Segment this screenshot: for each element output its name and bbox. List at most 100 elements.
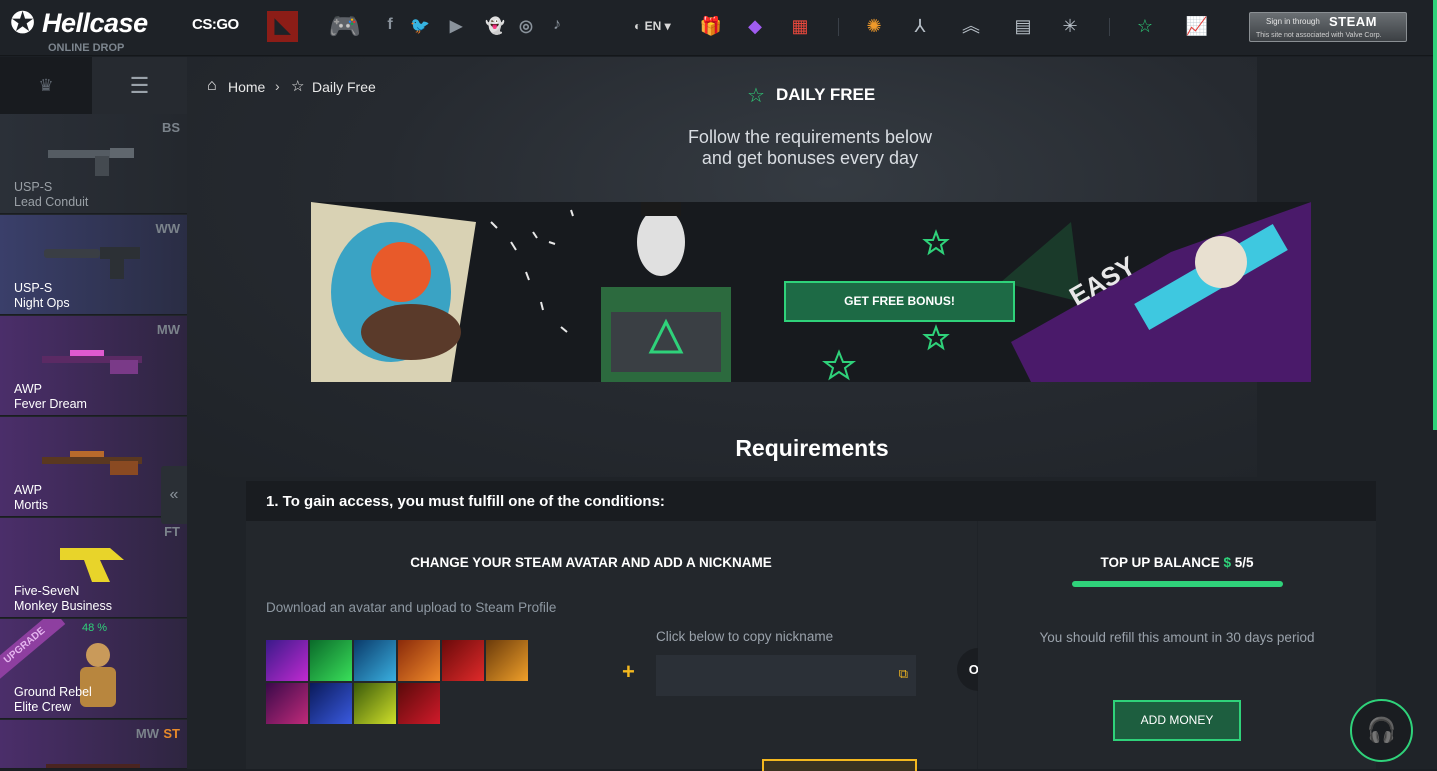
- avatar-option[interactable]: [354, 640, 396, 681]
- upgrade-chevron-icon[interactable]: ︽: [959, 14, 983, 38]
- divider: [1109, 18, 1110, 36]
- drop-skin-name: Elite Crew: [14, 700, 71, 714]
- drop-skin-name: Night Ops: [14, 296, 70, 310]
- star-icon: ☆: [747, 85, 765, 107]
- menu-tab-icon[interactable]: ☰: [92, 57, 187, 114]
- drop-card[interactable]: WW USP-S Night Ops: [0, 215, 187, 315]
- add-money-button[interactable]: ADD MONEY: [1113, 700, 1241, 741]
- steam-signin-line2: STEAM: [1329, 14, 1377, 29]
- daily-bonus-banner: EASY GET FREE BONUS!: [311, 202, 1311, 382]
- avatar-option[interactable]: [442, 640, 484, 681]
- avatar-panel-title: CHANGE YOUR STEAM AVATAR AND ADD A NICKN…: [410, 555, 772, 570]
- crown-tab-icon[interactable]: ♛: [0, 57, 92, 114]
- online-drop-label: ONLINE DROP: [48, 42, 125, 54]
- avatar-option[interactable]: [398, 640, 440, 681]
- stats-chart-icon[interactable]: 📈: [1185, 14, 1209, 38]
- gift-icon[interactable]: 🎁: [699, 14, 723, 38]
- breadcrumb-home[interactable]: Home: [228, 79, 265, 95]
- drop-card[interactable]: FT Five-SeveN Monkey Business: [0, 518, 187, 618]
- requirements-heading: Requirements: [735, 435, 889, 461]
- drop-card[interactable]: MW ST: [0, 720, 187, 769]
- top-up-label: TOP UP BALANCE: [1100, 555, 1220, 570]
- youtube-icon[interactable]: ▶: [444, 16, 468, 38]
- avatar-option[interactable]: [266, 640, 308, 681]
- crash-icon[interactable]: ✳: [1058, 14, 1082, 38]
- top-up-description: You should refill this amount in 30 days…: [1039, 630, 1315, 645]
- drop-card[interactable]: MW AWP Fever Dream: [0, 316, 187, 416]
- top-navbar: ✪ Hellcase ONLINE DROP CS:GO ◣ 🎮 f 🐦 ▶ 👻…: [0, 0, 1437, 56]
- daily-free-star-icon[interactable]: ☆: [1133, 14, 1157, 38]
- language-label: EN: [644, 19, 662, 33]
- stattrak-badge: ST: [163, 726, 180, 741]
- upgrade-ribbon: UPGRADE: [0, 619, 66, 682]
- drop-card[interactable]: AWP Mortis: [0, 417, 187, 517]
- logo-emblem-icon: ✪: [10, 7, 36, 40]
- drop-condition: MW: [135, 726, 159, 741]
- versus-icon[interactable]: ⅄: [908, 14, 932, 38]
- drop-card[interactable]: BS USP-S Lead Conduit: [0, 114, 187, 214]
- language-selector[interactable]: ◐ EN ▾: [634, 19, 671, 33]
- sidebar-collapse-button[interactable]: «: [161, 466, 187, 524]
- drop-weapon-name: USP-S: [14, 281, 53, 295]
- weapon-image: [44, 247, 140, 279]
- upgrade-percent: 48 %: [82, 622, 108, 634]
- game-dota-icon[interactable]: ◣: [267, 11, 298, 42]
- partial-bottom-button[interactable]: [762, 759, 917, 771]
- nickname-copy-field[interactable]: ⧉: [656, 655, 916, 696]
- page-subtitle: Follow the requirements below and get bo…: [610, 127, 1010, 169]
- steam-signin-line1: Sign in through: [1266, 17, 1320, 26]
- drop-card-upgrade[interactable]: UPGRADE 48 % Ground Rebel Elite Crew: [0, 619, 187, 719]
- plus-icon: +: [622, 659, 635, 684]
- avatar-option[interactable]: [266, 683, 308, 724]
- avatar-nickname-panel: CHANGE YOUR STEAM AVATAR AND ADD A NICKN…: [246, 521, 977, 769]
- avatar-option[interactable]: [310, 640, 352, 681]
- avatar-option[interactable]: [398, 683, 440, 724]
- drop-skin-name: Lead Conduit: [14, 195, 89, 209]
- avatar-option[interactable]: [354, 683, 396, 724]
- instagram-icon[interactable]: ◎: [517, 16, 535, 38]
- page-title: DAILY FREE: [776, 85, 876, 104]
- logo-text: Hellcase: [42, 8, 148, 38]
- weapon-image: [42, 350, 142, 374]
- game-csgo-button[interactable]: CS:GO: [192, 16, 239, 33]
- facebook-icon[interactable]: f: [384, 16, 396, 38]
- twitter-icon[interactable]: 🐦: [409, 16, 431, 38]
- subtitle-line: Follow the requirements below: [687, 127, 933, 147]
- get-free-bonus-button[interactable]: GET FREE BONUS!: [784, 281, 1015, 322]
- support-headset-icon[interactable]: 🎧: [1350, 699, 1413, 762]
- top-up-progress-text: 5/5: [1234, 555, 1254, 570]
- weapon-image: [48, 148, 134, 176]
- weapon-image: [60, 548, 124, 582]
- diamond-icon[interactable]: ◆: [743, 14, 767, 38]
- subtitle-line: and get bonuses every day: [701, 148, 919, 168]
- gamepad-icon[interactable]: 🎮: [325, 12, 365, 40]
- condition-bar: 1. To gain access, you must fulfill one …: [246, 481, 1376, 521]
- weapon-image: [46, 764, 140, 768]
- top-up-title: TOP UP BALANCE $ 5/5: [978, 555, 1376, 570]
- currency-symbol: $: [1223, 555, 1231, 570]
- scrollbar-accent[interactable]: [1433, 0, 1437, 430]
- copy-icon[interactable]: ⧉: [899, 666, 908, 682]
- contracts-icon[interactable]: ▤: [1011, 14, 1035, 38]
- condition-text: 1. To gain access, you must fulfill one …: [266, 493, 665, 510]
- drop-weapon-name: AWP: [14, 382, 43, 396]
- drop-weapon-name: Ground Rebel: [14, 685, 92, 699]
- avatar-option[interactable]: [310, 683, 352, 724]
- drop-skin-name: Mortis: [14, 498, 49, 512]
- drop-skin-name: Fever Dream: [14, 397, 87, 411]
- breadcrumb-separator-icon: ›: [275, 78, 280, 94]
- tiktok-icon[interactable]: ♪: [548, 16, 566, 38]
- wheel-icon[interactable]: ✺: [862, 14, 886, 38]
- hellcase-logo[interactable]: ✪ Hellcase ONLINE DROP: [8, 4, 178, 54]
- live-drops-sidebar: ♛ ☰ BS USP-S Lead Conduit WW USP-S Night…: [0, 57, 187, 769]
- grid-game-icon[interactable]: ▦: [788, 14, 812, 38]
- divider: [838, 18, 839, 36]
- drop-weapon-name: AWP: [14, 483, 43, 497]
- star-outline-icon: ☆: [291, 78, 305, 95]
- snapchat-icon[interactable]: 👻: [485, 16, 505, 38]
- main-content: ⌂ Home › ☆ Daily Free ☆ DAILY FREE Follo…: [187, 57, 1437, 771]
- home-icon[interactable]: ⌂: [207, 77, 217, 95]
- steam-signin-button[interactable]: Sign in through STEAM This site not asso…: [1249, 12, 1407, 42]
- avatar-option[interactable]: [486, 640, 528, 681]
- top-up-panel: TOP UP BALANCE $ 5/5 You should refill t…: [978, 521, 1376, 769]
